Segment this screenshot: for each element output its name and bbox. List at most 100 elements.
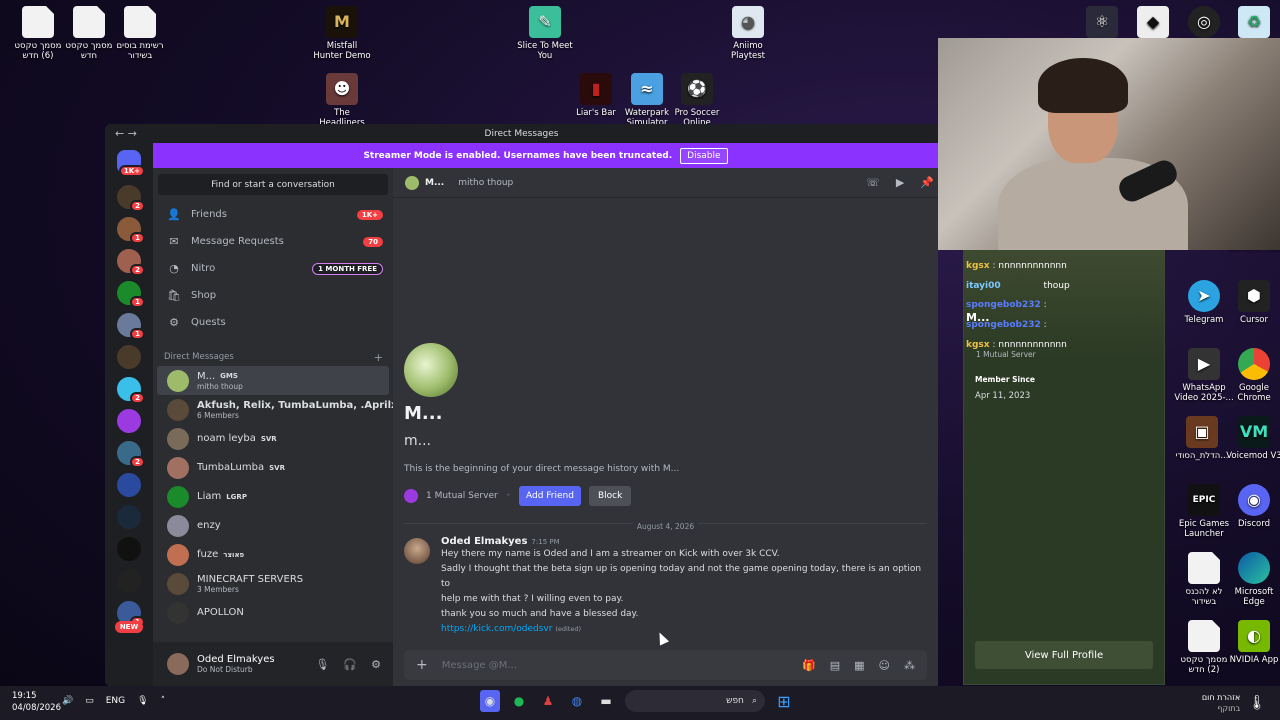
desktop-icon-discord[interactable]: ◉ Discord <box>1224 484 1280 529</box>
voice-call-icon[interactable]: ☏ <box>866 176 880 189</box>
desktop-icon-secret-door[interactable]: ▣ הדלת_הסודי... <box>1172 416 1232 461</box>
discord-taskbar-icon[interactable]: ◉ <box>480 690 500 712</box>
server-list: 1K+ 2 1 2 1 1 2 2 1 NEW <box>105 143 153 686</box>
server-icon[interactable] <box>117 505 141 529</box>
avatar[interactable] <box>167 653 189 675</box>
server-icon[interactable]: 1 <box>117 217 145 244</box>
network-icon[interactable]: ▭ <box>85 696 94 706</box>
sidebar-item-nitro[interactable]: ◔ Nitro 1 MONTH FREE <box>153 255 393 282</box>
friends-icon: 👤 <box>167 208 181 221</box>
message-input[interactable]: Message @M... <box>442 660 517 671</box>
waterpark-icon: ≈ <box>631 73 663 105</box>
search-conversation-input[interactable]: Find or start a conversation <box>158 174 388 195</box>
sidebar-item-shop[interactable]: 🛍 Shop <box>153 282 393 309</box>
microphone-icon[interactable]: 🎙 <box>315 658 329 671</box>
desktop-icon-slice[interactable]: ✎ Slice To Meet You <box>515 6 575 61</box>
dm-item[interactable]: APOLLON <box>157 598 389 627</box>
dm-item[interactable]: M... GMS mitho thoup <box>157 366 389 395</box>
dm-item[interactable]: Akfush, Relix, TumbaLumba, .Aprilx, S...… <box>157 395 423 424</box>
desktop-icon-recycle[interactable]: ♻ <box>1224 6 1280 41</box>
home-button[interactable]: 1K+ <box>117 150 145 177</box>
mutual-servers-link[interactable]: 1 Mutual Server <box>426 491 498 501</box>
dm-item[interactable]: enzy <box>157 511 389 540</box>
avatar[interactable] <box>404 538 430 564</box>
language-indicator[interactable]: ENG <box>106 696 125 706</box>
dm-item[interactable]: noam leyba SVR <box>157 424 389 453</box>
gift-icon[interactable]: 🎁 <box>802 659 816 672</box>
pin-icon[interactable]: 📌 <box>920 176 934 189</box>
taskbar-apps: ◉ ● ♟ ◍ ▬ חפש ⌕ ⊞ <box>480 690 794 712</box>
settings-gear-icon[interactable]: ⚙ <box>371 658 381 671</box>
desktop-icon-nvidia[interactable]: ◐ NVIDIA App <box>1224 620 1280 665</box>
avatar <box>167 456 189 479</box>
desktop-icon-cursor[interactable]: ⬢ Cursor <box>1224 280 1280 325</box>
add-friend-button[interactable]: Add Friend <box>519 486 581 506</box>
stream-chat-line: spongebob232 : <box>966 320 1047 330</box>
chrome-icon <box>1238 348 1270 380</box>
server-icon[interactable] <box>117 345 141 369</box>
server-icon[interactable] <box>117 409 141 433</box>
chevron-up-icon[interactable]: ˄ <box>161 696 166 706</box>
server-icon[interactable] <box>117 473 141 497</box>
slice-icon: ✎ <box>529 6 561 38</box>
block-button[interactable]: Block <box>588 486 632 506</box>
desktop-icon-pro-soccer[interactable]: ⚽ Pro Soccer Online <box>667 73 727 128</box>
dm-section-header: Direct Messages + <box>164 350 383 364</box>
spotify-taskbar-icon[interactable]: ● <box>509 690 529 712</box>
emoji-icon[interactable]: ☺ <box>879 659 890 672</box>
shop-icon: 🛍 <box>167 289 181 302</box>
speaker-icon[interactable]: 🔊 <box>62 696 73 706</box>
desktop-icon-edge[interactable]: Microsoft Edge <box>1224 552 1280 607</box>
taskbar: 19:15 04/08/2026 🔊 ▭ ENG 🎙 ˄ ◉ ● ♟ ◍ ▬ ח… <box>0 686 1280 720</box>
sticker-icon[interactable]: ▦ <box>854 659 864 672</box>
message-author[interactable]: Oded Elmakyes <box>441 536 527 547</box>
desktop-icon-aniimo[interactable]: ◕ Aniimo Playtest <box>718 6 778 61</box>
apps-icon[interactable]: ⁂ <box>904 659 915 672</box>
server-icon <box>404 489 418 503</box>
add-dm-icon[interactable]: + <box>374 351 383 364</box>
chat-area: M... mitho thoup ☏ ▶ 📌 M... m... This is… <box>393 168 938 686</box>
server-icon[interactable] <box>117 537 141 561</box>
taskbar-search[interactable]: חפש ⌕ <box>625 690 765 712</box>
mic-tray-icon[interactable]: 🎙 <box>137 696 148 706</box>
sidebar-item-message-requests[interactable]: ✉ Message Requests 70 <box>153 228 393 255</box>
sidebar-item-friends[interactable]: 👤 Friends 1K+ <box>153 201 393 228</box>
windows-start-icon[interactable]: ⊞ <box>774 690 794 712</box>
cursor-app-icon: ⬢ <box>1238 280 1270 312</box>
server-icon[interactable]: 2 <box>117 377 145 404</box>
desktop-icon-bosses[interactable]: רשימת בוסים בשידור <box>110 6 170 61</box>
dm-item[interactable]: MINECRAFT SERVERS 3 Members <box>157 569 389 598</box>
dm-item[interactable]: TumbaLumba SVR <box>157 453 389 482</box>
headphones-icon[interactable]: 🎧 <box>343 658 357 671</box>
desktop-icon-chrome[interactable]: Google Chrome <box>1224 348 1280 403</box>
chrome-taskbar-icon[interactable]: ◍ <box>567 690 587 712</box>
app-taskbar-icon[interactable]: ♟ <box>538 690 558 712</box>
weather-thermometer-icon: 🌡 <box>1248 694 1266 711</box>
desktop-icon-mistfall[interactable]: M Mistfall Hunter Demo <box>312 6 372 61</box>
back-forward-icon[interactable]: ← → <box>115 127 137 140</box>
view-full-profile-button[interactable]: View Full Profile <box>975 641 1153 669</box>
dm-item[interactable]: Liam LGRP <box>157 482 389 511</box>
server-icon[interactable]: 2 <box>117 185 145 212</box>
server-icon[interactable]: 1 <box>117 313 145 340</box>
desktop-icon-voicemod[interactable]: VM Voicemod V3 <box>1224 416 1280 461</box>
video-call-icon[interactable]: ▶ <box>896 176 904 189</box>
user-panel: Oded Elmakyes Do Not Disturb 🎙 🎧 ⚙ <box>153 642 393 686</box>
gif-icon[interactable]: ▤ <box>830 659 840 672</box>
weather-widget[interactable]: אזהרת חום בתוקף 🌡 <box>1202 692 1266 714</box>
attach-plus-icon[interactable]: + <box>416 657 428 673</box>
server-icon[interactable] <box>117 569 141 593</box>
desktop-icon-headliners[interactable]: ☻ The Headliners <box>312 73 372 128</box>
stream-chat-line: kgsx : nnnnnnnnnnnn <box>966 340 1067 350</box>
message-link[interactable]: https://kick.com/odedsvr <box>441 624 552 634</box>
file-explorer-icon[interactable]: ▬ <box>596 690 616 712</box>
window-title: Direct Messages <box>484 128 559 139</box>
server-icon[interactable]: 2 <box>117 249 145 276</box>
clock[interactable]: 19:15 04/08/2026 <box>12 690 61 714</box>
disable-streamer-mode-button[interactable]: Disable <box>680 147 728 164</box>
video-file-icon: ▶ <box>1188 348 1220 380</box>
server-icon[interactable]: 1 <box>117 281 145 308</box>
sidebar-item-quests[interactable]: ⚙ Quests <box>153 309 393 336</box>
server-icon[interactable]: 2 <box>117 441 145 468</box>
dm-item[interactable]: fuze פאוצר <box>157 540 389 569</box>
